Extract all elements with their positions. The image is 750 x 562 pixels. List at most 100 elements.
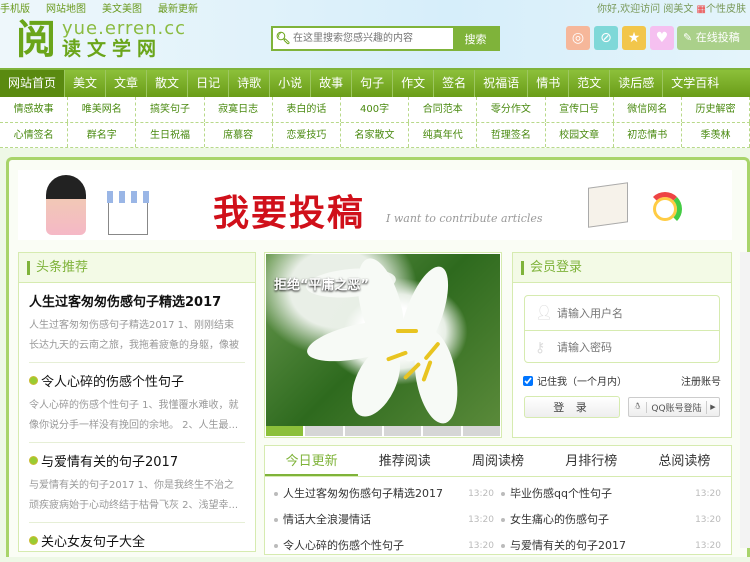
article-title[interactable]: 令人心碎的伤感个性句子 (29, 371, 245, 390)
nav-item[interactable]: 范文 (569, 70, 611, 97)
sub-nav-item[interactable]: 哲理签名 (477, 122, 546, 147)
sub-nav-item[interactable]: 名家散文 (341, 122, 410, 147)
nav-item[interactable]: 祝福语 (475, 70, 529, 97)
lily-photo[interactable]: 拒绝“平庸之恶” (266, 254, 500, 426)
slide-dot[interactable] (383, 426, 422, 436)
list-item[interactable]: 毕业伤感qq个性句子 13:20 (500, 481, 721, 507)
item-title: 女生痛心的伤感句子 (510, 513, 609, 526)
slide-caption[interactable]: 拒绝“平庸之恶” (274, 274, 369, 293)
tab-weekly[interactable]: 周阅读榜 (451, 446, 544, 476)
list-item[interactable]: 情话大全浪漫情话 13:20 (273, 507, 494, 533)
search-input[interactable] (293, 28, 453, 49)
contribute-banner[interactable]: 我要投稿 I want to contribute articles (18, 170, 732, 240)
article-summary: 与爱情有关的句子2017 1、你是我终生不治之 (29, 480, 234, 491)
nav-item[interactable]: 情书 (528, 70, 570, 97)
username-input[interactable] (557, 306, 697, 320)
rainbow-illustration (648, 192, 682, 226)
article-item: 人生过客匆匆伤感句子精选2017 人生过客匆匆伤感句子精选2017 1、刚刚结束… (29, 283, 245, 363)
search-button[interactable]: 搜索 (453, 28, 498, 49)
nav-item[interactable]: 签名 (434, 70, 476, 97)
slide-dot[interactable] (344, 426, 382, 436)
header: 手机版 网站地图 美文美图 最新更新 你好,欢迎访问 阅美文 ▦个性皮肤 阅 y… (0, 0, 750, 70)
nav-item[interactable]: 故事 (311, 70, 353, 97)
sub-nav-item[interactable]: 宣传口号 (546, 97, 614, 122)
latest-link[interactable]: 最新更新 (158, 0, 198, 15)
item-time: 13:20 (695, 541, 721, 551)
article-title[interactable]: 人生过客匆匆伤感句子精选2017 (29, 291, 245, 310)
password-input[interactable] (557, 341, 697, 354)
tab-total[interactable]: 总阅读榜 (638, 446, 731, 476)
heart-icon[interactable]: ♥ (650, 26, 674, 50)
article-title[interactable]: 与爱情有关的句子2017 (29, 451, 245, 470)
sub-nav-item[interactable]: 400字 (341, 97, 410, 122)
sub-nav-item[interactable]: 微信网名 (614, 97, 682, 122)
tab-monthly[interactable]: 月排行榜 (545, 446, 638, 476)
tab-today[interactable]: 今日更新 (265, 446, 359, 476)
list-item[interactable]: 人生过客匆匆伤感句子精选2017 13:20 (273, 481, 494, 507)
tab-recommended[interactable]: 推荐阅读 (358, 446, 451, 476)
nav-item[interactable]: 日记 (188, 70, 230, 97)
weibo-icon[interactable]: ◎ (566, 26, 590, 50)
remember-me[interactable]: 记住我（一个月内） (523, 373, 627, 388)
sub-nav-item[interactable]: 情感故事 (0, 97, 69, 122)
sub-nav-item[interactable]: 零分作文 (477, 97, 546, 122)
qq-login-button[interactable]: 🐧︎ QQ账号登陆 ▶ (628, 397, 720, 417)
social-links: ◎ ⊘ ★ ♥ (566, 26, 674, 50)
skin-link[interactable]: 个性皮肤 (706, 4, 746, 15)
scrollbar[interactable] (740, 252, 750, 548)
sub-nav-item[interactable]: 校园文章 (546, 122, 614, 147)
sub-nav-item[interactable]: 纯真年代 (409, 122, 478, 147)
sub-nav-item[interactable]: 季羡林 (682, 122, 750, 147)
sub-nav-item[interactable]: 初恋情书 (614, 122, 682, 147)
nav-item[interactable]: 句子 (352, 70, 394, 97)
sub-nav-item[interactable]: 唯美网名 (68, 97, 137, 122)
nav-item[interactable]: 文学百科 (663, 70, 727, 97)
palette-icon: ▦ (696, 4, 706, 15)
nav-item[interactable]: 读后感 (610, 70, 664, 97)
list-item[interactable]: 女生痛心的伤感句子 13:20 (500, 507, 721, 533)
article-title[interactable]: 关心女友句子大全 (29, 531, 245, 550)
nav-item[interactable]: 文章 (106, 70, 148, 97)
login-button[interactable]: 登 录 (524, 396, 620, 418)
article-item: 关心女友句子大全 (29, 523, 245, 562)
caret-right-icon[interactable]: ▶ (707, 403, 719, 411)
tencent-weibo-icon[interactable]: ⊘ (594, 26, 618, 50)
slide-dot[interactable] (423, 426, 461, 436)
slide-dot[interactable] (462, 426, 500, 436)
sub-nav-item[interactable]: 寂寞日志 (205, 97, 273, 122)
list-item[interactable]: 与爱情有关的句子2017 13:20 (500, 533, 721, 559)
item-title: 人生过客匆匆伤感句子精选2017 (283, 487, 443, 500)
sub-nav-item[interactable]: 合同范本 (409, 97, 478, 122)
sub-nav-item[interactable]: 席慕容 (205, 122, 273, 147)
list-item[interactable]: 令人心碎的伤感个性句子 13:20 (273, 533, 494, 559)
logo-domain: yue.erren.cc (62, 18, 187, 39)
sub-nav-item[interactable]: 搞笑句子 (136, 97, 205, 122)
headline-panel: 头条推荐 人生过客匆匆伤感句子精选2017 人生过客匆匆伤感句子精选2017 1… (18, 252, 256, 552)
sub-nav-item[interactable]: 历史解密 (682, 97, 750, 122)
sub-nav-row: 情感故事 唯美网名 搞笑句子 寂寞日志 表白的话 400字 合同范本 零分作文 宣传口号 微信网名… (0, 97, 750, 123)
logo[interactable]: 阅 yue.erren.cc 读文学网 (16, 18, 187, 61)
sitemap-link[interactable]: 网站地图 (46, 0, 86, 15)
register-link[interactable]: 注册账号 (681, 373, 721, 388)
sub-nav-item[interactable]: 群名字 (68, 122, 137, 147)
remember-label: 记住我（一个月内） (537, 377, 627, 388)
remember-checkbox[interactable] (523, 375, 533, 386)
qzone-icon[interactable]: ★ (622, 26, 646, 50)
slide-dot[interactable] (266, 426, 304, 436)
nav-item[interactable]: 网站首页 (0, 70, 66, 97)
sub-nav-item[interactable]: 心情签名 (0, 122, 69, 147)
sub-nav-item[interactable]: 表白的话 (273, 97, 341, 122)
nav-item[interactable]: 诗歌 (229, 70, 271, 97)
nav-item[interactable]: 美文 (65, 70, 107, 97)
nav-item[interactable]: 散文 (147, 70, 189, 97)
nav-item[interactable]: 作文 (393, 70, 435, 97)
gallery-link[interactable]: 美文美图 (102, 0, 142, 15)
item-title: 毕业伤感qq个性句子 (510, 487, 612, 500)
slide-dot[interactable] (305, 426, 343, 436)
submit-article-button[interactable]: ✎ 在线投稿 (677, 26, 750, 50)
sub-nav-item[interactable]: 恋爱技巧 (273, 122, 341, 147)
nav-item[interactable]: 小说 (270, 70, 312, 97)
sub-nav-item[interactable]: 生日祝福 (136, 122, 205, 147)
item-time: 13:20 (695, 515, 721, 525)
mobile-link[interactable]: 手机版 (0, 0, 30, 15)
